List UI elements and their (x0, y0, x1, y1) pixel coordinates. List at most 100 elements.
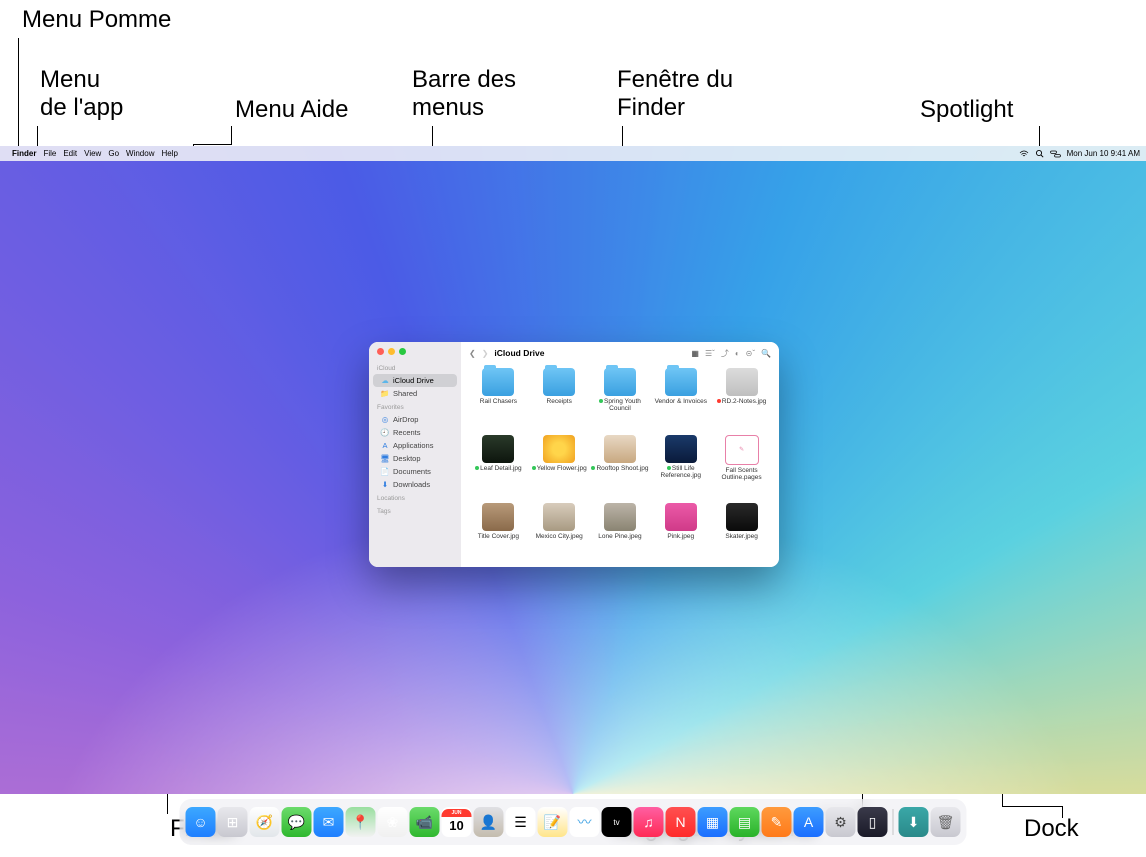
folder-icon (604, 368, 636, 396)
dock-appstore-icon[interactable]: A (794, 807, 824, 837)
menu-help[interactable]: Help (161, 149, 177, 158)
file-name: Spring Youth Council (591, 398, 650, 412)
dock-messages-icon[interactable]: 💬 (282, 807, 312, 837)
dock: ☺⊞🧭💬✉📍❀📹JUN10👤☰📝〰tv♫N▦▤✎A⚙▯ ⬇🗑 (180, 799, 967, 845)
image-thumb-icon (726, 368, 758, 396)
file-name: Leaf Detail.jpg (475, 465, 522, 472)
callout-help-menu: Menu Aide (235, 96, 348, 124)
dock-news-icon[interactable]: N (666, 807, 696, 837)
file-name: Title Cover.jpg (478, 533, 519, 540)
image-thumb-icon (543, 503, 575, 531)
dock-freeform-icon[interactable]: 〰 (570, 807, 600, 837)
dock-tv-icon[interactable]: tv (602, 807, 632, 837)
file-item[interactable]: Yellow Flower.jpg (530, 435, 589, 500)
menu-view[interactable]: View (84, 149, 101, 158)
dock-launchpad-icon[interactable]: ⊞ (218, 807, 248, 837)
spotlight-icon[interactable] (1035, 149, 1044, 158)
sidebar-item-desktop[interactable]: 🖥Desktop (373, 452, 457, 465)
shared-icon: 📁 (381, 390, 389, 398)
search-button[interactable]: 🔍 (761, 349, 771, 358)
dock-safari-icon[interactable]: 🧭 (250, 807, 280, 837)
sidebar-item-documents[interactable]: 📄Documents (373, 465, 457, 478)
file-item[interactable]: Title Cover.jpg (469, 503, 528, 559)
zoom-button[interactable] (399, 348, 406, 355)
file-item[interactable]: Leaf Detail.jpg (469, 435, 528, 500)
dock-photos-icon[interactable]: ❀ (378, 807, 408, 837)
group-button[interactable]: ☰ˇ (705, 349, 715, 358)
close-button[interactable] (377, 348, 384, 355)
download-icon: ⬇ (381, 481, 389, 489)
menu-window[interactable]: Window (126, 149, 154, 158)
image-thumb-icon (726, 503, 758, 531)
menu-go[interactable]: Go (108, 149, 119, 158)
dock-finder-icon[interactable]: ☺ (186, 807, 216, 837)
forward-button[interactable]: ❯ (482, 349, 489, 358)
file-name: RD.2-Notes.jpg (717, 398, 766, 405)
file-item[interactable]: ✎Fall Scents Outline.pages (712, 435, 771, 500)
file-item[interactable]: Receipts (530, 368, 589, 431)
dock-downloads-icon[interactable]: ⬇ (899, 807, 929, 837)
dock-facetime-icon[interactable]: 📹 (410, 807, 440, 837)
file-item[interactable]: Lone Pine.jpeg (591, 503, 650, 559)
cloud-icon: ☁ (381, 377, 389, 385)
dock-notes-icon[interactable]: 📝 (538, 807, 568, 837)
dock-contacts-icon[interactable]: 👤 (474, 807, 504, 837)
finder-title: iCloud Drive (494, 348, 544, 358)
dock-iphone-mirroring-icon[interactable]: ▯ (858, 807, 888, 837)
clock-icon: 🕘 (381, 429, 389, 437)
file-name: Receipts (547, 398, 572, 405)
sidebar-section-tags: Tags (369, 504, 461, 517)
view-icons-button[interactable]: ▦ (691, 349, 699, 358)
image-thumb-icon (482, 435, 514, 463)
menubar-clock[interactable]: Mon Jun 10 9:41 AM (1067, 149, 1140, 158)
sidebar-item-applications[interactable]: AApplications (373, 439, 457, 452)
file-item[interactable]: Still Life Reference.jpg (651, 435, 710, 500)
folder-icon (665, 368, 697, 396)
dock-reminders-icon[interactable]: ☰ (506, 807, 536, 837)
sidebar-item-label: iCloud Drive (393, 376, 434, 385)
minimize-button[interactable] (388, 348, 395, 355)
sidebar-item-shared[interactable]: 📁 Shared (373, 387, 457, 400)
dock-calendar-icon[interactable]: JUN10 (442, 807, 472, 837)
sidebar-item-icloud-drive[interactable]: ☁ iCloud Drive (373, 374, 457, 387)
share-button[interactable]: ⤴ (721, 348, 729, 359)
file-item[interactable]: Skater.jpeg (712, 503, 771, 559)
control-center-icon[interactable] (1050, 150, 1061, 158)
callout-app-menu: Menude l'app (40, 66, 123, 122)
dock-keynote-icon[interactable]: ▦ (698, 807, 728, 837)
file-name: Lone Pine.jpeg (598, 533, 641, 540)
action-button[interactable]: ⊝ˇ (746, 349, 755, 358)
sidebar-item-downloads[interactable]: ⬇Downloads (373, 478, 457, 491)
file-item[interactable]: RD.2-Notes.jpg (712, 368, 771, 431)
wifi-icon[interactable] (1019, 150, 1029, 158)
dock-music-icon[interactable]: ♫ (634, 807, 664, 837)
file-item[interactable]: Rail Chasers (469, 368, 528, 431)
file-item[interactable]: Pink.jpeg (651, 503, 710, 559)
menu-edit[interactable]: Edit (63, 149, 77, 158)
sidebar-section-icloud: iCloud (369, 361, 461, 374)
sidebar-item-airdrop[interactable]: ◎AirDrop (373, 413, 457, 426)
menu-finder[interactable]: Finder (12, 149, 36, 158)
image-thumb-icon (604, 503, 636, 531)
tag-button[interactable]: ◐ (735, 349, 740, 358)
file-item[interactable]: Spring Youth Council (591, 368, 650, 431)
file-name: Mexico City.jpeg (536, 533, 583, 540)
dock-maps-icon[interactable]: 📍 (346, 807, 376, 837)
file-item[interactable]: Rooftop Shoot.jpg (591, 435, 650, 500)
menu-file[interactable]: File (43, 149, 56, 158)
file-grid: Rail Chasers Receipts Spring Youth Council… (461, 364, 779, 567)
dock-settings-icon[interactable]: ⚙ (826, 807, 856, 837)
dock-trash-icon[interactable]: 🗑 (931, 807, 961, 837)
sidebar-item-recents[interactable]: 🕘Recents (373, 426, 457, 439)
file-item[interactable]: Vendor & Invoices (651, 368, 710, 431)
dock-mail-icon[interactable]: ✉ (314, 807, 344, 837)
sidebar-section-favorites: Favorites (369, 400, 461, 413)
back-button[interactable]: ❮ (469, 349, 476, 358)
dock-separator (893, 809, 894, 835)
file-item[interactable]: Mexico City.jpeg (530, 503, 589, 559)
sidebar-item-label: Shared (393, 389, 417, 398)
callout-menubar: Barre desmenus (412, 66, 516, 122)
dock-numbers-icon[interactable]: ▤ (730, 807, 760, 837)
sidebar-item-label: Desktop (393, 454, 421, 463)
dock-pages-icon[interactable]: ✎ (762, 807, 792, 837)
